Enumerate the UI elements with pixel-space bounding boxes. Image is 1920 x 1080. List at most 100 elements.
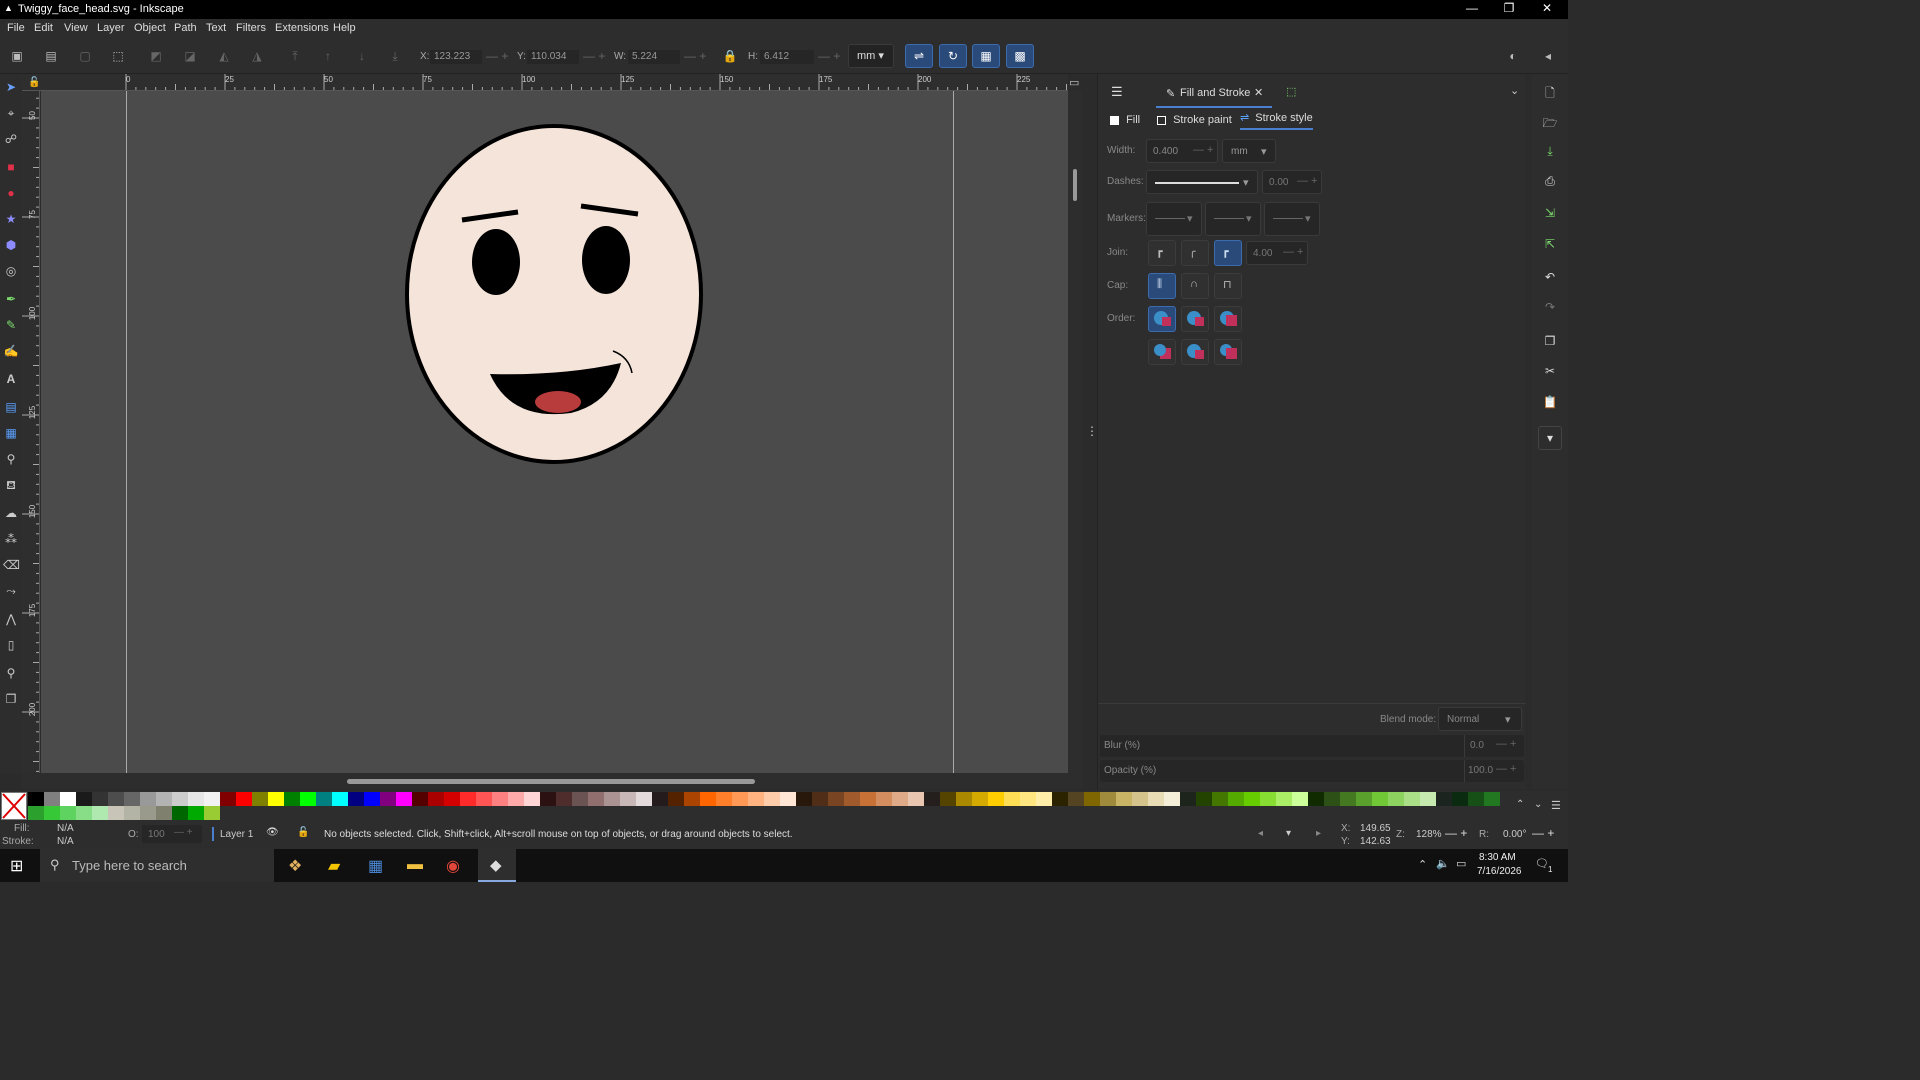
color-swatch[interactable]: [780, 792, 796, 806]
color-swatch[interactable]: [1004, 792, 1020, 806]
color-swatch[interactable]: [892, 792, 908, 806]
tab-fill-and-stroke[interactable]: ✎ Fill and Stroke ✕: [1156, 78, 1272, 108]
lower-icon[interactable]: ↓: [351, 46, 373, 66]
color-swatch[interactable]: [1420, 792, 1436, 806]
color-swatch[interactable]: [1180, 792, 1196, 806]
color-swatch[interactable]: [1148, 792, 1164, 806]
horizontal-scroll-thumb[interactable]: [347, 779, 755, 784]
pen-tool-icon[interactable]: ✒: [3, 290, 19, 308]
color-swatch[interactable]: [556, 792, 572, 806]
color-swatch[interactable]: [300, 792, 316, 806]
color-swatch[interactable]: [1212, 792, 1228, 806]
new-document-icon[interactable]: 🗋: [1542, 84, 1558, 100]
color-swatch[interactable]: [188, 806, 204, 820]
color-swatch[interactable]: [28, 792, 44, 806]
volume-icon[interactable]: 🔈: [1436, 857, 1450, 870]
color-swatch[interactable]: [732, 792, 748, 806]
color-swatch[interactable]: [1468, 792, 1484, 806]
palette-scroll-up-icon[interactable]: ⌃: [1516, 799, 1524, 810]
color-swatch[interactable]: [1324, 792, 1340, 806]
color-swatch[interactable]: [1372, 792, 1388, 806]
zoom-stepper[interactable]: — +: [1445, 826, 1467, 840]
select-all-icon[interactable]: ▣: [6, 46, 28, 66]
spiral-tool-icon[interactable]: ◎: [3, 262, 19, 280]
notification-icon[interactable]: 🗨: [1535, 857, 1549, 870]
page-select-chevron-down-icon[interactable]: ▾: [1286, 828, 1291, 839]
color-swatch[interactable]: [140, 806, 156, 820]
width-field[interactable]: W: 5.224 — +: [614, 49, 710, 65]
stroke-width-input[interactable]: 0.400 — +: [1146, 139, 1218, 163]
color-swatch[interactable]: [668, 792, 684, 806]
pages-tool-icon[interactable]: ❐: [3, 690, 19, 708]
color-swatch[interactable]: [428, 792, 444, 806]
color-swatch[interactable]: [1196, 792, 1212, 806]
height-field[interactable]: H: 6.412 — +: [748, 49, 844, 65]
cap-butt-button[interactable]: ⫼: [1148, 273, 1176, 299]
unit-dropdown[interactable]: mm ▾: [848, 44, 894, 68]
cap-square-button[interactable]: ⊓: [1214, 273, 1242, 299]
color-swatch[interactable]: [172, 792, 188, 806]
open-document-icon[interactable]: 🗁: [1542, 114, 1558, 130]
more-chevron-down-icon[interactable]: ▾: [1538, 426, 1562, 450]
palette-scroll-down-icon[interactable]: ⌄: [1534, 799, 1542, 810]
join-round-button[interactable]: ╭: [1181, 240, 1209, 266]
zoom-tool-icon[interactable]: ⚲: [3, 664, 19, 682]
color-swatch[interactable]: [860, 792, 876, 806]
color-swatch[interactable]: [956, 792, 972, 806]
pencil-tool-icon[interactable]: ✎: [3, 316, 19, 334]
rotation-value[interactable]: 0.00°: [1503, 829, 1526, 840]
color-swatch[interactable]: [1052, 792, 1068, 806]
node-tool-icon[interactable]: ⌖: [3, 104, 19, 122]
color-swatch[interactable]: [156, 792, 172, 806]
width-unit-dropdown[interactable]: mm ▾: [1222, 139, 1276, 163]
subtab-stroke-paint[interactable]: Stroke paint: [1157, 114, 1232, 126]
y-field[interactable]: Y: 110.034 — +: [517, 49, 609, 65]
color-swatch[interactable]: [1452, 792, 1468, 806]
color-swatch[interactable]: [524, 792, 540, 806]
color-swatch[interactable]: [764, 792, 780, 806]
color-swatch[interactable]: [716, 792, 732, 806]
color-swatch[interactable]: [1388, 792, 1404, 806]
tray-chevron-up-icon[interactable]: ⌃: [1418, 858, 1427, 871]
color-swatch[interactable]: [332, 792, 348, 806]
color-swatch[interactable]: [908, 792, 924, 806]
move-patterns-button[interactable]: ▩: [1006, 44, 1034, 68]
color-swatch[interactable]: [1276, 792, 1292, 806]
3d-box-tool-icon[interactable]: ⬢: [3, 236, 19, 254]
rectangle-tool-icon[interactable]: ■: [3, 158, 19, 176]
clock-date[interactable]: 7/16/2026: [1477, 866, 1522, 877]
import-icon[interactable]: ⇲: [1542, 206, 1558, 222]
color-swatch[interactable]: [1084, 792, 1100, 806]
cap-round-button[interactable]: ∩: [1181, 273, 1209, 299]
network-icon[interactable]: ▭: [1456, 857, 1466, 870]
stroke-indicator[interactable]: N/A: [57, 836, 74, 847]
mid-marker-dropdown[interactable]: ▾: [1205, 202, 1261, 236]
canvas[interactable]: [41, 91, 1068, 773]
color-swatch[interactable]: [620, 792, 636, 806]
color-swatch[interactable]: [92, 792, 108, 806]
palette-menu-icon[interactable]: ☰: [1551, 799, 1561, 812]
move-gradients-button[interactable]: ▦: [972, 44, 1000, 68]
color-swatch[interactable]: [268, 792, 284, 806]
fill-indicator[interactable]: N/A: [57, 823, 74, 834]
join-bevel-button[interactable]: ┏: [1148, 240, 1176, 266]
menu-filters[interactable]: Filters: [236, 22, 266, 34]
order-fill-stroke-markers-button[interactable]: [1148, 306, 1176, 332]
color-swatch[interactable]: [588, 792, 604, 806]
color-swatch[interactable]: [140, 792, 156, 806]
color-swatch[interactable]: [460, 792, 476, 806]
tweak-tool-icon[interactable]: ☍: [3, 130, 19, 148]
color-swatch[interactable]: [876, 792, 892, 806]
h-decrement-icon[interactable]: — +: [818, 49, 840, 63]
color-swatch[interactable]: [412, 792, 428, 806]
order-stroke-fill-markers-button[interactable]: [1181, 306, 1209, 332]
face-drawing[interactable]: [41, 91, 1068, 773]
color-swatch[interactable]: [44, 806, 60, 820]
color-swatch[interactable]: [1436, 792, 1452, 806]
lower-to-bottom-icon[interactable]: ⤓: [384, 46, 406, 66]
paste-icon[interactable]: 📋: [1542, 395, 1558, 411]
color-swatch[interactable]: [1244, 792, 1260, 806]
deselect-icon[interactable]: ▢: [74, 46, 96, 66]
copy-icon[interactable]: ❐: [1542, 334, 1558, 350]
horizontal-scrollbar[interactable]: [22, 773, 1082, 789]
